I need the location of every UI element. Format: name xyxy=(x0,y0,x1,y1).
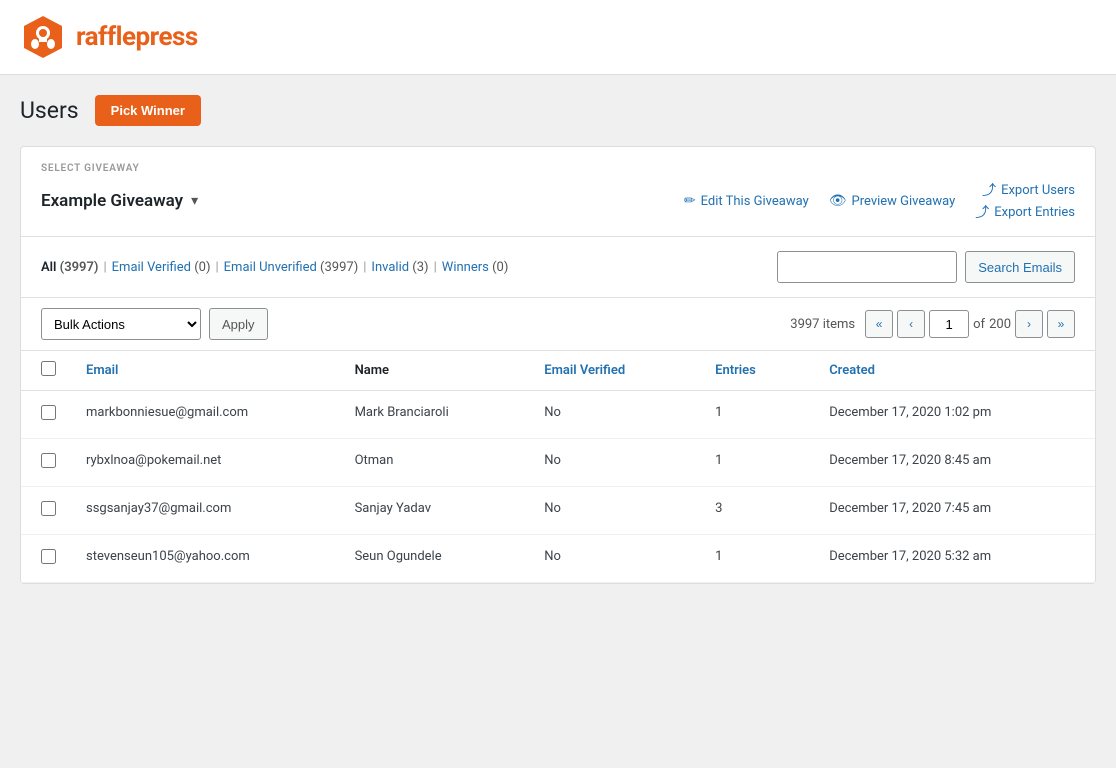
row-entries: 1 xyxy=(695,439,809,487)
first-page-button[interactable]: « xyxy=(865,310,893,338)
page-input[interactable]: 1 xyxy=(929,310,969,338)
table-body: markbonniesue@gmail.com Mark Branciaroli… xyxy=(21,391,1095,583)
row-entries: 1 xyxy=(695,535,809,583)
main-panel: SELECT GIVEAWAY Example Giveaway ▾ ✏ Edi… xyxy=(20,146,1096,584)
total-pages: 200 xyxy=(989,317,1011,332)
select-all-col xyxy=(21,351,66,391)
page-content: Users Pick Winner SELECT GIVEAWAY Exampl… xyxy=(0,75,1116,763)
bulk-actions-bar: Bulk Actions Delete Apply 3997 items « ‹… xyxy=(21,298,1095,351)
page-of: of xyxy=(973,317,985,332)
row-email-verified: No xyxy=(524,487,695,535)
filter-invalid[interactable]: Invalid (3) xyxy=(371,260,428,275)
col-entries[interactable]: Entries xyxy=(695,351,809,391)
chevron-down-icon: ▾ xyxy=(191,193,198,209)
export-users-link[interactable]: ⤴ Export Users xyxy=(982,180,1075,200)
row-email-verified: No xyxy=(524,439,695,487)
table-row: markbonniesue@gmail.com Mark Branciaroli… xyxy=(21,391,1095,439)
row-email: markbonniesue@gmail.com xyxy=(66,391,335,439)
page-title: Users xyxy=(20,97,79,124)
table-row: ssgsanjay37@gmail.com Sanjay Yadav No 3 … xyxy=(21,487,1095,535)
page-title-row: Users Pick Winner xyxy=(20,95,1096,126)
bulk-actions-select[interactable]: Bulk Actions Delete xyxy=(41,308,201,340)
table-row: rybxlnoa@pokemail.net Otman No 1 Decembe… xyxy=(21,439,1095,487)
preview-giveaway-link[interactable]: 👁 Preview Giveaway xyxy=(829,193,956,209)
select-giveaway-label: SELECT GIVEAWAY xyxy=(41,163,1075,174)
row-email: rybxlnoa@pokemail.net xyxy=(66,439,335,487)
row-checkbox[interactable] xyxy=(41,453,56,468)
logo-text: rafflepress xyxy=(76,22,198,52)
giveaway-name: Example Giveaway xyxy=(41,191,183,211)
next-page-button[interactable]: › xyxy=(1015,310,1043,338)
col-email[interactable]: Email xyxy=(66,351,335,391)
table-container: Email Name Email Verified Entries Create… xyxy=(21,351,1095,583)
row-checkbox-cell xyxy=(21,487,66,535)
search-area: Search Emails xyxy=(777,251,1075,283)
row-checkbox[interactable] xyxy=(41,549,56,564)
col-name: Name xyxy=(335,351,525,391)
row-created: December 17, 2020 8:45 am xyxy=(809,439,1095,487)
row-email: ssgsanjay37@gmail.com xyxy=(66,487,335,535)
filter-email-verified[interactable]: Email Verified (0) xyxy=(112,260,211,275)
pick-winner-button[interactable]: Pick Winner xyxy=(95,95,201,126)
col-email-verified[interactable]: Email Verified xyxy=(524,351,695,391)
row-created: December 17, 2020 7:45 am xyxy=(809,487,1095,535)
last-page-button[interactable]: » xyxy=(1047,310,1075,338)
pagination: 3997 items « ‹ 1 of 200 › » xyxy=(790,310,1075,338)
items-count: 3997 items xyxy=(790,317,855,332)
row-checkbox[interactable] xyxy=(41,405,56,420)
prev-page-button[interactable]: ‹ xyxy=(897,310,925,338)
filter-links: All (3997) | Email Verified (0) | Email … xyxy=(41,260,508,275)
logo: rafflepress xyxy=(20,14,198,60)
giveaway-actions: ✏ Edit This Giveaway 👁 Preview Giveaway … xyxy=(684,180,1075,222)
header: rafflepress xyxy=(0,0,1116,75)
export-links: ⤴ Export Users ⤴ Export Entries xyxy=(975,180,1075,222)
giveaway-row: Example Giveaway ▾ ✏ Edit This Giveaway … xyxy=(41,180,1075,222)
search-emails-button[interactable]: Search Emails xyxy=(965,251,1075,283)
table-row: stevenseun105@yahoo.com Seun Ogundele No… xyxy=(21,535,1095,583)
row-email: stevenseun105@yahoo.com xyxy=(66,535,335,583)
row-checkbox-cell xyxy=(21,391,66,439)
row-name: Mark Branciaroli xyxy=(335,391,525,439)
export-users-icon: ⤴ xyxy=(982,180,996,200)
row-checkbox[interactable] xyxy=(41,501,56,516)
row-name: Seun Ogundele xyxy=(335,535,525,583)
export-entries-icon: ⤴ xyxy=(975,202,989,222)
row-checkbox-cell xyxy=(21,439,66,487)
filters-bar: All (3997) | Email Verified (0) | Email … xyxy=(21,237,1095,298)
filter-email-unverified[interactable]: Email Unverified (3997) xyxy=(224,260,359,275)
col-created[interactable]: Created xyxy=(809,351,1095,391)
row-email-verified: No xyxy=(524,535,695,583)
bulk-left: Bulk Actions Delete Apply xyxy=(41,308,268,340)
filter-all[interactable]: All (3997) xyxy=(41,260,98,275)
filter-winners[interactable]: Winners (0) xyxy=(442,260,509,275)
table-header: Email Name Email Verified Entries Create… xyxy=(21,351,1095,391)
row-entries: 3 xyxy=(695,487,809,535)
apply-button[interactable]: Apply xyxy=(209,308,268,340)
select-all-checkbox[interactable] xyxy=(41,361,56,376)
row-entries: 1 xyxy=(695,391,809,439)
edit-icon: ✏ xyxy=(684,193,696,209)
edit-giveaway-link[interactable]: ✏ Edit This Giveaway xyxy=(684,193,809,209)
row-name: Sanjay Yadav xyxy=(335,487,525,535)
select-giveaway-section: SELECT GIVEAWAY Example Giveaway ▾ ✏ Edi… xyxy=(21,147,1095,237)
export-entries-link[interactable]: ⤴ Export Entries xyxy=(975,202,1075,222)
row-created: December 17, 2020 1:02 pm xyxy=(809,391,1095,439)
row-checkbox-cell xyxy=(21,535,66,583)
row-created: December 17, 2020 5:32 am xyxy=(809,535,1095,583)
eye-icon: 👁 xyxy=(829,193,847,209)
search-input[interactable] xyxy=(777,251,957,283)
users-table: Email Name Email Verified Entries Create… xyxy=(21,351,1095,583)
row-email-verified: No xyxy=(524,391,695,439)
row-name: Otman xyxy=(335,439,525,487)
giveaway-selector[interactable]: Example Giveaway ▾ xyxy=(41,191,198,211)
logo-icon xyxy=(20,14,66,60)
